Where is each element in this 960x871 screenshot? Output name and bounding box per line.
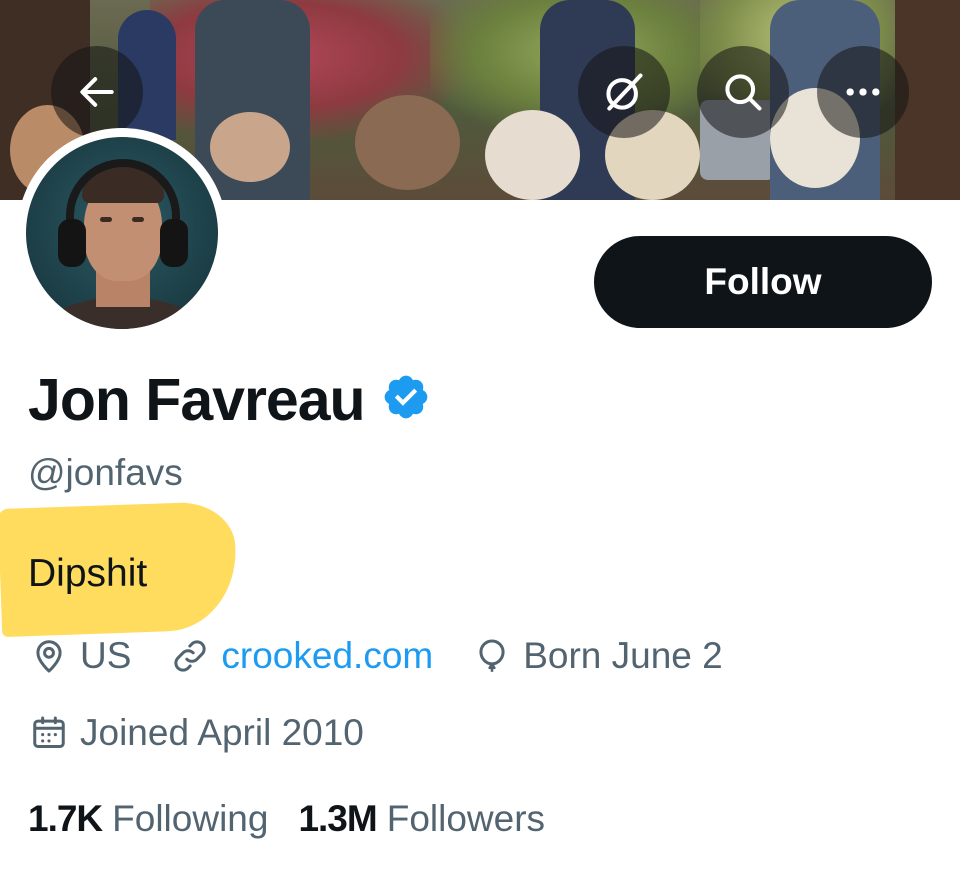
website-link[interactable]: crooked.com bbox=[221, 635, 433, 677]
verified-badge-icon[interactable] bbox=[381, 366, 431, 438]
followers-label: Followers bbox=[386, 798, 546, 839]
joined-item: Joined April 2010 bbox=[30, 712, 364, 754]
balloon-icon bbox=[479, 639, 505, 672]
bio: Dipshit bbox=[28, 552, 148, 595]
followers-link[interactable]: 1.3M Followers bbox=[298, 798, 545, 840]
location-text: US bbox=[80, 635, 132, 676]
calendar-icon bbox=[33, 716, 65, 748]
following-link[interactable]: 1.7K Following bbox=[28, 798, 268, 840]
profile-meta: US crooked.com Born June 2 bbox=[30, 630, 763, 682]
grok-icon bbox=[606, 73, 643, 111]
handle: @jonfavs bbox=[28, 452, 183, 493]
follow-button[interactable]: Follow bbox=[594, 236, 932, 328]
grok-button[interactable] bbox=[578, 46, 670, 138]
more-icon bbox=[846, 88, 880, 96]
following-label: Following bbox=[112, 798, 269, 839]
follow-stats: 1.7K Following 1.3M Followers bbox=[28, 793, 575, 845]
location-pin-icon bbox=[36, 640, 62, 673]
search-button[interactable] bbox=[697, 46, 789, 138]
headphone-earcup bbox=[58, 219, 86, 267]
display-name-text: Jon Favreau bbox=[28, 367, 366, 433]
banner-audience-head bbox=[210, 112, 290, 182]
following-count: 1.7K bbox=[28, 798, 103, 839]
birthday-item: Born June 2 bbox=[473, 635, 723, 677]
location-item: US bbox=[30, 635, 131, 677]
arrow-left-icon bbox=[80, 77, 114, 107]
joined-text: Joined April 2010 bbox=[80, 712, 364, 753]
banner-audience-head bbox=[355, 95, 460, 190]
followers-count: 1.3M bbox=[298, 798, 377, 839]
search-icon bbox=[725, 74, 762, 111]
display-name: Jon Favreau bbox=[28, 362, 431, 438]
website-item[interactable]: crooked.com bbox=[171, 635, 433, 677]
avatar-container[interactable] bbox=[17, 128, 227, 338]
back-button[interactable] bbox=[51, 46, 143, 138]
joined-row: Joined April 2010 bbox=[30, 707, 404, 759]
avatar[interactable] bbox=[26, 137, 218, 329]
more-button[interactable] bbox=[817, 46, 909, 138]
birthday-text: Born June 2 bbox=[523, 635, 723, 676]
banner-audience-head bbox=[485, 110, 580, 200]
link-icon bbox=[174, 640, 207, 672]
headphone-earcup bbox=[160, 219, 188, 267]
